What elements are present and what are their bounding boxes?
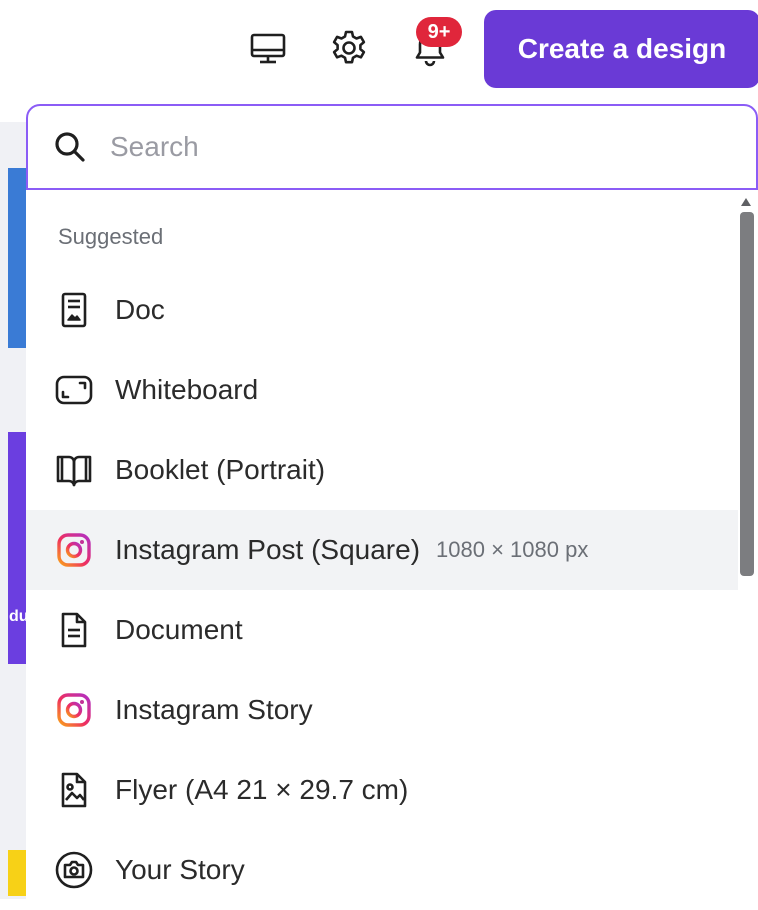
document-icon (54, 610, 94, 650)
search-icon (55, 132, 85, 162)
create-design-button[interactable]: Create a design (484, 10, 758, 88)
item-label: Instagram Post (Square) (115, 534, 421, 565)
flyer-icon (54, 770, 94, 810)
suggested-list: Doc Whiteboard Booklet (Portrait) Instag… (26, 270, 738, 910)
whiteboard-icon (54, 370, 94, 410)
notifications-badge[interactable]: 9+ (416, 17, 462, 47)
item-label: Document (115, 614, 243, 645)
instagram-icon (54, 690, 94, 730)
desktop-icon[interactable] (246, 26, 290, 70)
background-blue-card (8, 168, 26, 348)
section-label-suggested: Suggested (58, 224, 164, 249)
list-item-your-story[interactable]: Your Story (26, 830, 738, 910)
list-item-document[interactable]: Document (26, 590, 738, 670)
background-yellow-card (8, 850, 26, 896)
list-item-whiteboard[interactable]: Whiteboard (26, 350, 738, 430)
list-item-doc[interactable]: Doc (26, 270, 738, 350)
doc-icon (54, 290, 94, 330)
camera-icon (54, 850, 94, 890)
list-item-flyer-a4[interactable]: Flyer (A4 21 × 29.7 cm) (26, 750, 738, 830)
item-label: Instagram Story (115, 694, 313, 725)
list-item-booklet-portrait[interactable]: Booklet (Portrait) (26, 430, 738, 510)
item-size: 1080 × 1080 px (436, 537, 589, 562)
booklet-icon (54, 450, 94, 490)
item-label: Your Story (115, 854, 245, 885)
search-input[interactable] (108, 130, 712, 164)
scroll-up-arrow[interactable] (740, 197, 752, 207)
create-design-dropdown: Suggested Doc Whit (26, 104, 758, 899)
search-box[interactable] (26, 104, 758, 190)
item-label: Whiteboard (115, 374, 259, 405)
list-item-instagram-story[interactable]: Instagram Story (26, 670, 738, 750)
background-purple-card (8, 432, 26, 664)
instagram-icon (54, 530, 94, 570)
item-label: Flyer (A4 21 × 29.7 cm) (115, 774, 409, 805)
item-label: Booklet (Portrait) (115, 454, 326, 485)
scrollbar-thumb[interactable] (740, 212, 754, 576)
item-label: Doc (115, 294, 165, 325)
list-item-instagram-post-square[interactable]: Instagram Post (Square) 1080 × 1080 px (26, 510, 738, 590)
gear-icon[interactable] (327, 26, 371, 70)
